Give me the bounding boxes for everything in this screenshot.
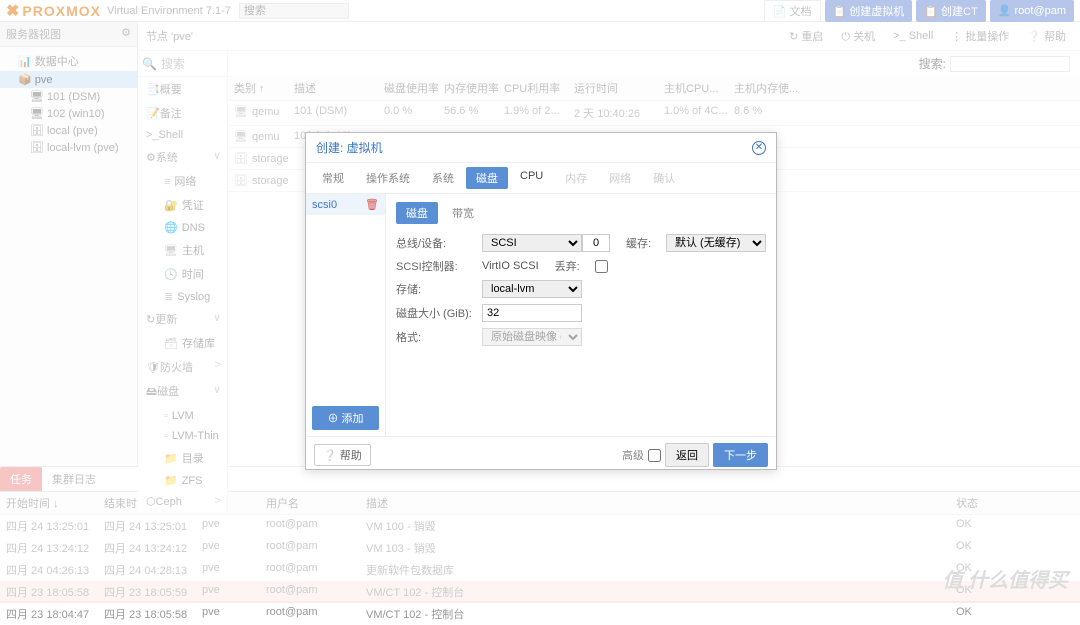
size-input[interactable] — [482, 304, 582, 322]
scsi-ctrl-value: VirtIO SCSI — [482, 260, 539, 272]
subtab-disk[interactable]: 磁盘 — [396, 202, 438, 224]
wizard-tab-网络[interactable]: 网络 — [599, 167, 641, 189]
cache-label: 缓存: — [626, 235, 666, 251]
next-button[interactable]: 下一步 — [713, 443, 768, 467]
bus-label: 总线/设备: — [396, 235, 482, 251]
discard-checkbox[interactable] — [595, 260, 608, 273]
scsi-ctrl-label: SCSI控制器: — [396, 258, 482, 274]
advanced-label: 高级 — [622, 447, 644, 463]
add-disk-button[interactable]: ⊕ 添加 — [312, 406, 379, 430]
back-button[interactable]: 返回 — [665, 443, 709, 467]
close-icon[interactable]: ✕ — [752, 141, 766, 155]
dialog-title: 创建: 虚拟机 — [316, 139, 383, 156]
wizard-tab-CPU[interactable]: CPU — [510, 167, 553, 189]
discard-label: 丢弃: — [555, 258, 595, 274]
bus-index-input[interactable] — [582, 234, 610, 252]
log-row[interactable]: 四月 23 18:04:47四月 23 18:05:58pveroot@pamV… — [0, 603, 1080, 625]
wizard-tab-确认[interactable]: 确认 — [643, 167, 685, 189]
storage-select[interactable]: local-lvm — [482, 280, 582, 298]
wizard-tab-内存[interactable]: 内存 — [555, 167, 597, 189]
format-label: 格式: — [396, 329, 482, 345]
delete-disk-icon[interactable]: 🗑 — [365, 198, 379, 211]
wizard-tab-操作系统[interactable]: 操作系统 — [356, 167, 420, 189]
cache-select[interactable]: 默认 (无缓存) — [666, 234, 766, 252]
create-vm-dialog: 创建: 虚拟机 ✕ 常规操作系统系统磁盘CPU内存网络确认 scsi0 🗑 ⊕ … — [305, 132, 777, 470]
wizard-tab-系统[interactable]: 系统 — [422, 167, 464, 189]
size-label: 磁盘大小 (GiB): — [396, 305, 482, 321]
wizard-tab-磁盘[interactable]: 磁盘 — [466, 167, 508, 189]
disk-entry-scsi0[interactable]: scsi0 🗑 — [306, 194, 385, 215]
dialog-help-button[interactable]: ❔ 帮助 — [314, 444, 371, 466]
bus-select[interactable]: SCSI — [482, 234, 582, 252]
wizard-tab-常规[interactable]: 常规 — [312, 167, 354, 189]
format-select: 原始磁盘映像 (raw) — [482, 328, 582, 346]
subtab-bandwidth[interactable]: 带宽 — [442, 202, 484, 224]
storage-label: 存储: — [396, 281, 482, 297]
advanced-checkbox[interactable] — [648, 449, 661, 462]
